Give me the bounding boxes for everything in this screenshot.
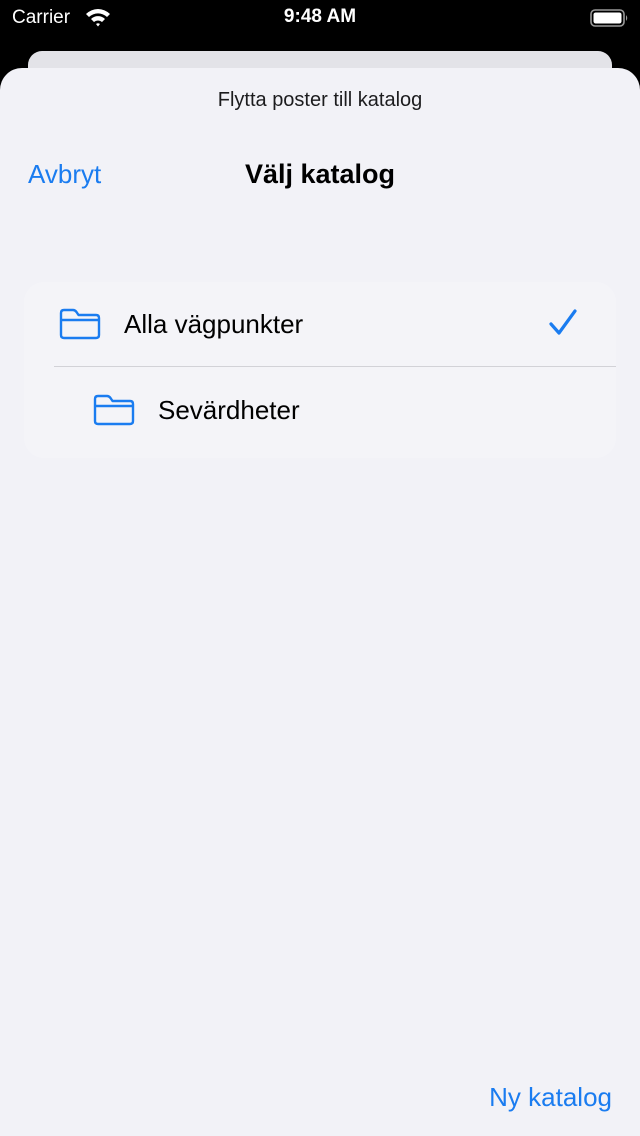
sheet-caption: Flytta poster till katalog	[217, 89, 423, 111]
folder-list: Alla vägpunkter Sevärdheter	[24, 282, 616, 458]
folder-row-sights[interactable]: Sevärdheter	[24, 368, 616, 454]
folder-row-all-waypoints[interactable]: Alla vägpunkter	[24, 282, 616, 368]
new-folder-button[interactable]: Ny katalog	[489, 1081, 612, 1113]
status-bar: Carrier 9:48 AM	[0, 0, 640, 36]
page-title: Välj katalog	[244, 159, 396, 189]
status-time: 9:48 AM	[283, 6, 357, 27]
battery-icon	[590, 9, 628, 27]
folder-label: Alla vägpunkter	[124, 309, 304, 339]
folder-picker-sheet: Flytta poster till katalog Avbryt Välj k…	[0, 68, 640, 1136]
row-divider	[54, 366, 616, 367]
folder-label: Sevärdheter	[158, 395, 300, 425]
checkmark-icon	[549, 309, 577, 335]
folder-icon	[93, 394, 135, 426]
folder-icon	[59, 308, 101, 340]
